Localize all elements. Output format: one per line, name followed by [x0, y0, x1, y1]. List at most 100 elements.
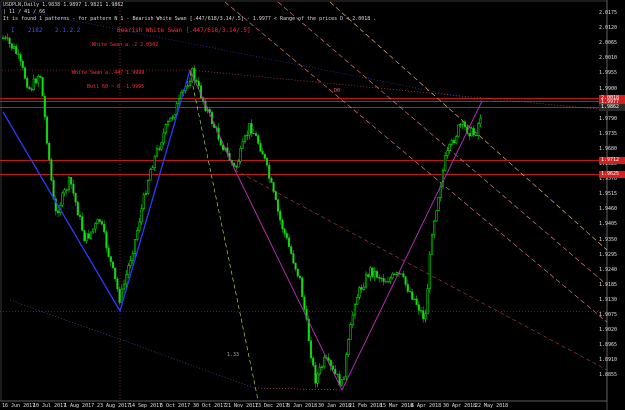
bull-60-label: Bull 60 ~ 0 -1.9995 [87, 84, 145, 90]
candle-body [360, 287, 363, 290]
price-chart[interactable] [0, 0, 625, 410]
candle-body [419, 310, 423, 312]
candle-body [15, 46, 18, 55]
candle-body [48, 143, 51, 160]
candle-body [147, 179, 150, 194]
candle-body [261, 150, 264, 155]
candle-body [61, 192, 64, 206]
candle-body [76, 201, 79, 216]
candle-body [450, 140, 453, 145]
candle-body [446, 150, 449, 156]
candle-body [109, 256, 112, 263]
candle-body [285, 233, 288, 239]
timer-info: | 11 / 41 / 66 [3, 9, 46, 15]
candle-body [290, 246, 293, 254]
candle-body [472, 128, 475, 136]
candle-body [459, 124, 462, 126]
candle-body [395, 272, 398, 275]
pattern-leg-bcd [189, 69, 483, 392]
candle-body [314, 365, 317, 384]
candle-body [12, 46, 16, 49]
candle-body [389, 277, 392, 283]
zone-label: D0 [334, 88, 341, 94]
candle-body [129, 260, 132, 266]
candle-body [197, 81, 200, 87]
candle-body [375, 271, 379, 278]
candle-body [151, 167, 154, 170]
candle-body [356, 297, 359, 305]
candle-body [67, 177, 71, 191]
candle-body [404, 276, 407, 285]
candle-body [65, 189, 68, 191]
price-tick-label: 1.9680 [599, 145, 618, 152]
price-level-tag: 1.9712 [599, 157, 625, 164]
candle-body [353, 304, 357, 316]
date-tick-label: 10 Jul 2017 [33, 403, 67, 409]
price-tick-label: 1.8855 [599, 372, 618, 379]
date-tick-label: 30 Apr 2018 [443, 403, 477, 409]
candle-body [171, 117, 174, 119]
price-tick-label: 1.9240 [599, 266, 618, 273]
candle-body [8, 37, 11, 44]
date-tick-label: 22 May 2018 [475, 403, 509, 409]
candle-body [127, 265, 130, 276]
candle-body [309, 340, 313, 359]
white-swan-b-label: White Swan a..2 2.0502 [92, 42, 159, 48]
price-tick-label: 1.9900 [599, 85, 618, 92]
price-tick-label: 2.0175 [599, 10, 618, 16]
date-tick-label: 30 Oct 2017 [193, 403, 227, 409]
price-tick-label: 2.0120 [599, 25, 618, 32]
date-tick-label: 1 Aug 2017 [64, 403, 95, 409]
price-tick-label: 1.8910 [599, 357, 618, 364]
candle-body [250, 123, 253, 134]
symbol-info: USDPLN,Daily 1.9838 1.9897 1.9821 1.9862 [3, 2, 124, 8]
candle-body [298, 275, 302, 279]
candle-body [417, 304, 420, 311]
price-tick-label: 1.8965 [599, 342, 618, 349]
candle-body [85, 233, 88, 242]
candle-body [415, 298, 418, 305]
candle-body [411, 291, 414, 300]
candle-body [270, 178, 273, 183]
candle-body [391, 273, 394, 279]
price-tick-label: 1.9350 [599, 236, 618, 243]
candle-body [320, 366, 324, 368]
candle-body [323, 357, 326, 368]
candle-body [41, 77, 44, 97]
candle-body [92, 228, 95, 233]
price-level-tag: 1.9625 [599, 171, 625, 178]
candle-body [367, 274, 370, 277]
candle-body [162, 132, 165, 144]
candle-body [334, 368, 337, 375]
candle-body [457, 124, 460, 137]
price-tick-label: 1.9075 [599, 312, 618, 318]
candle-body [105, 231, 108, 249]
candle-body [1, 37, 5, 39]
candle-body [21, 60, 24, 68]
candle-body [100, 221, 104, 225]
date-tick-label: 6 Oct 2017 [160, 403, 191, 409]
candle-body [83, 230, 86, 242]
candle-body [39, 76, 42, 78]
candle-body [98, 219, 101, 222]
candle-body [107, 247, 110, 257]
candle-body [349, 324, 352, 340]
candle-body [34, 78, 38, 84]
candle-body [274, 191, 277, 201]
candle-body [239, 147, 242, 162]
candle-body [268, 164, 271, 179]
candle-body [89, 231, 93, 239]
candle-body [474, 134, 478, 136]
candle-body [358, 287, 361, 298]
candle-body [149, 168, 152, 181]
price-tick-label: 1.9460 [599, 206, 618, 213]
chart-window[interactable]: USDPLN,Daily 1.9838 1.9897 1.9821 1.9862… [0, 0, 625, 410]
candle-body [413, 298, 416, 300]
candle-body [17, 53, 20, 55]
date-tick-label: 23 Aug 2017 [97, 403, 131, 409]
candle-body [312, 357, 315, 366]
fib-level-label: 1.33 [227, 352, 240, 358]
date-tick-label: 14 Sep 2017 [129, 403, 163, 409]
harmonic-pattern [2, 69, 483, 392]
candle-body [43, 96, 46, 118]
